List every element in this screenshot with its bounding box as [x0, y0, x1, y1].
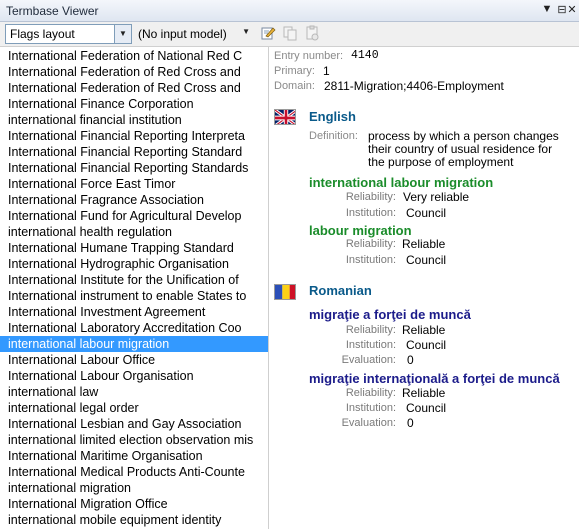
list-item[interactable]: International Laboratory Accreditation C… [0, 320, 268, 336]
reliability-value: Reliable [402, 323, 446, 337]
institution-value: Council [406, 206, 447, 220]
domain-value: 2811-Migration;4406-Employment [324, 79, 504, 93]
toolbar: Flags layout ▼ (No input model) ▼ [0, 22, 579, 47]
list-item[interactable]: international limited election observati… [0, 432, 268, 448]
paste-icon[interactable] [303, 25, 321, 43]
english-term[interactable]: international labour migration [309, 175, 493, 190]
romanian-language-heading: Romanian [309, 283, 372, 298]
reliability-value: Reliable [402, 237, 446, 251]
institution-value: Council [406, 338, 447, 352]
term-list[interactable]: International Federation of National Red… [0, 47, 269, 529]
list-item[interactable]: International instrument to enable State… [0, 288, 268, 304]
list-item[interactable]: International Labour Office [0, 352, 268, 368]
copy-icon[interactable] [281, 25, 299, 43]
domain-label: Domain: [274, 80, 315, 92]
reliability-label: Reliability: [345, 191, 396, 203]
primary-label: Primary: [274, 65, 315, 77]
list-item-selected[interactable]: international labour migration [0, 336, 268, 352]
definition-label: Definition: [309, 130, 358, 142]
reliability-label: Reliability: [345, 387, 396, 399]
list-item[interactable]: international financial institution [0, 112, 268, 128]
title-bar: Termbase Viewer ▼ ⊟ ✕ [0, 0, 579, 22]
reliability-value: Very reliable [403, 190, 470, 204]
pin-icon[interactable]: ▼ [540, 3, 554, 15]
list-item[interactable]: International Maritime Organisation [0, 448, 268, 464]
romania-flag-icon [274, 284, 296, 300]
evaluation-value: 0 [407, 416, 414, 430]
institution-label: Institution: [345, 207, 396, 219]
list-item[interactable]: International Financial Reporting Standa… [0, 160, 268, 176]
list-item[interactable]: International Federation of Red Cross an… [0, 80, 268, 96]
list-item[interactable]: International Hydrographic Organisation [0, 256, 268, 272]
list-item[interactable]: international mobile equipment identity [0, 512, 268, 528]
institution-label: Institution: [345, 402, 396, 414]
institution-label: Institution: [345, 254, 396, 266]
layout-select[interactable]: Flags layout ▼ [5, 24, 132, 44]
evaluation-value: 0 [407, 353, 414, 367]
list-item[interactable]: International Fund for Agricultural Deve… [0, 208, 268, 224]
list-item[interactable]: International Financial Reporting Interp… [0, 128, 268, 144]
window-title: Termbase Viewer [6, 4, 99, 18]
evaluation-label: Evaluation: [341, 417, 396, 429]
romanian-term[interactable]: migraţie internaţională a forţei de munc… [309, 371, 560, 386]
english-language-heading: English [309, 109, 356, 124]
input-model-select[interactable]: (No input model) ▼ [134, 24, 254, 44]
list-item[interactable]: international health regulation [0, 224, 268, 240]
uk-flag-icon [274, 109, 296, 125]
romanian-term[interactable]: migraţie a forţei de muncă [309, 307, 471, 322]
institution-label: Institution: [345, 339, 396, 351]
reliability-label: Reliability: [345, 238, 396, 250]
layout-select-value: Flags layout [10, 27, 75, 41]
entry-number-label: Entry number: [274, 50, 344, 62]
list-item[interactable]: international law [0, 384, 268, 400]
list-item[interactable]: International Federation of Red Cross an… [0, 64, 268, 80]
list-item[interactable]: International Investment Agreement [0, 304, 268, 320]
primary-value: 1 [323, 64, 330, 78]
list-item[interactable]: International Fragrance Association [0, 192, 268, 208]
list-item[interactable]: International Medical Products Anti-Coun… [0, 464, 268, 480]
edit-icon[interactable] [259, 25, 277, 43]
list-item[interactable]: International Labour Organisation [0, 368, 268, 384]
list-item[interactable]: International Financial Reporting Standa… [0, 144, 268, 160]
reliability-value: Reliable [402, 386, 446, 400]
evaluation-label: Evaluation: [341, 354, 396, 366]
definition-line: the purpose of employment [368, 155, 514, 169]
list-item[interactable]: International Institute for the Unificat… [0, 272, 268, 288]
institution-value: Council [406, 401, 447, 415]
chevron-down-icon[interactable]: ▼ [242, 27, 250, 36]
list-item[interactable]: International Finance Corporation [0, 96, 268, 112]
list-item[interactable]: International Humane Trapping Standard [0, 240, 268, 256]
reliability-label: Reliability: [345, 324, 396, 336]
list-item[interactable]: International Lesbian and Gay Associatio… [0, 416, 268, 432]
close-icon[interactable]: ✕ [565, 3, 579, 16]
list-item[interactable]: international migration [0, 480, 268, 496]
chevron-down-icon[interactable]: ▼ [114, 25, 131, 43]
list-item[interactable]: International Federation of National Red… [0, 48, 268, 64]
entry-details: Entry number: 4140 Primary: 1 Domain: 28… [270, 47, 579, 529]
entry-number-value: 4140 [351, 49, 379, 62]
list-item[interactable]: International Migration Office [0, 496, 268, 512]
institution-value: Council [406, 253, 447, 267]
list-item[interactable]: International Force East Timor [0, 176, 268, 192]
list-item[interactable]: international legal order [0, 400, 268, 416]
english-term[interactable]: labour migration [309, 223, 412, 238]
input-model-select-value: (No input model) [138, 27, 227, 41]
